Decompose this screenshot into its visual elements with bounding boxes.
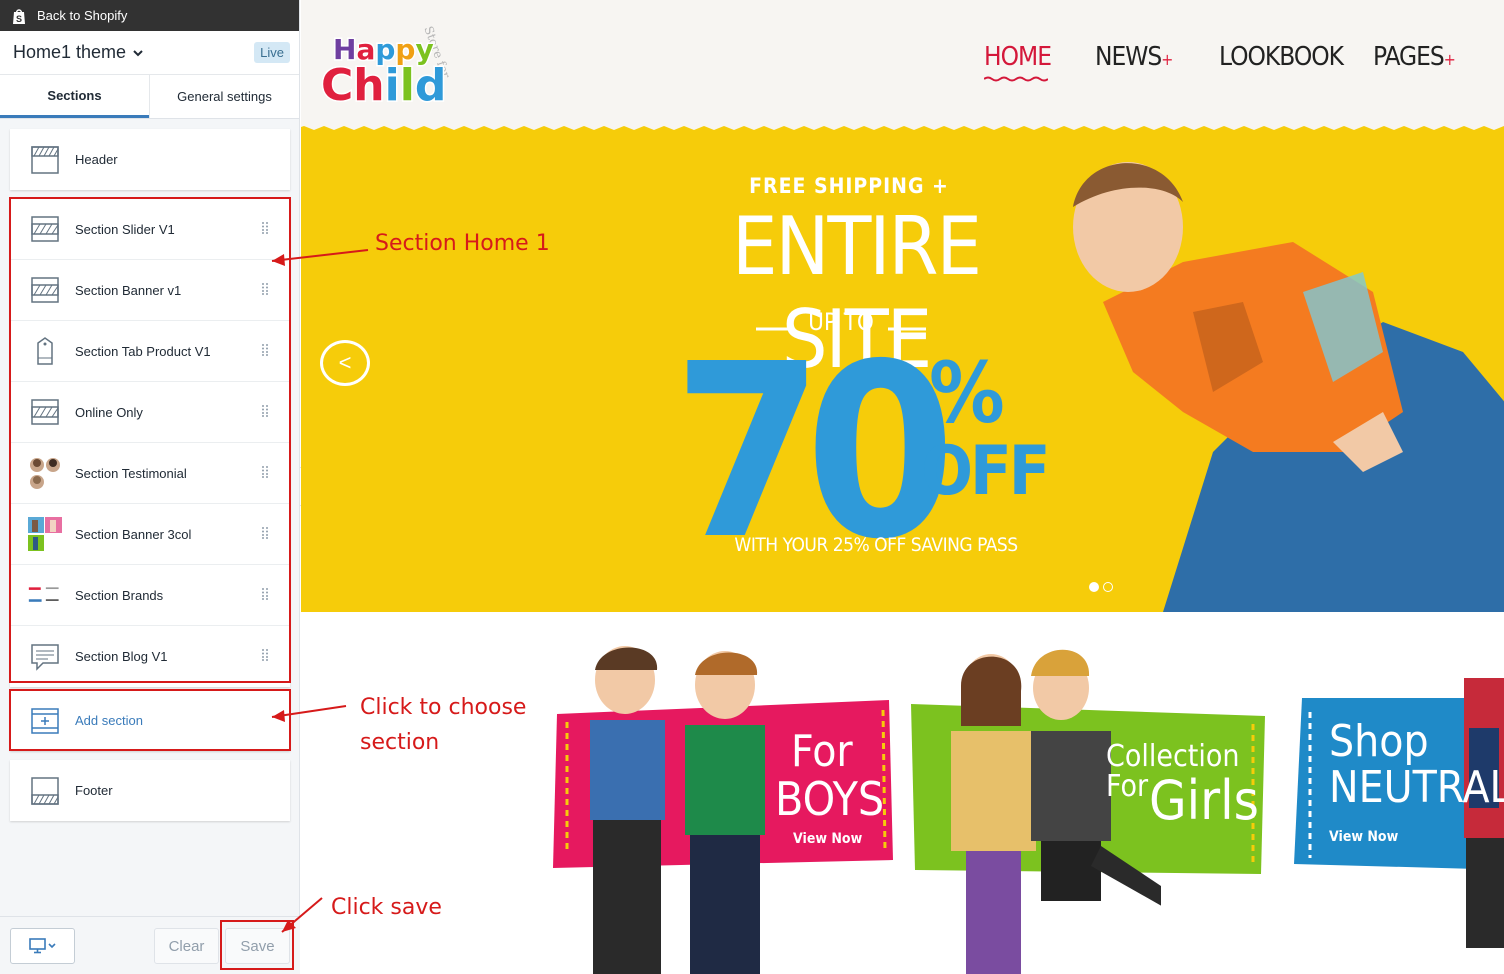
site-header: Store for Happy Child HOME NEWS+ LOOKBOO… (301, 0, 1504, 122)
submenu-plus-icon: + (1443, 50, 1456, 69)
section-item-header[interactable]: Header (10, 129, 290, 190)
back-to-shopify-link[interactable]: S Back to Shopify (0, 0, 299, 31)
desktop-icon (28, 938, 56, 954)
banner-3col: For BOYS View Now Collection For Girls S… (301, 612, 1504, 974)
header-section-card: Header (10, 129, 290, 190)
nav-label: NEWS (1095, 42, 1162, 72)
slider-dot-active[interactable] (1089, 582, 1099, 592)
nav-item-news[interactable]: NEWS+ (1095, 42, 1173, 72)
footer-layout-icon (28, 774, 62, 808)
annotation-section-home: Section Home 1 (375, 231, 550, 256)
hero-boy-image (1073, 162, 1504, 612)
promo-off: OFF (921, 432, 1051, 511)
back-label: Back to Shopify (37, 8, 128, 23)
section-item-footer[interactable]: Footer (10, 760, 290, 821)
promo-percent: % (929, 344, 1005, 442)
nav-item-lookbook[interactable]: LOOKBOOK (1219, 42, 1344, 72)
hero-slider: FREE SHIPPING + ENTIRE SITE UP TO 70 % O… (301, 122, 1504, 612)
chevron-down-icon (133, 49, 143, 56)
slider-dot[interactable] (1103, 582, 1113, 592)
annotation-choose-line1: Click to choose (360, 695, 527, 720)
shopify-bag-icon: S (13, 8, 25, 24)
banner-girls-line2: Girls (1149, 769, 1259, 832)
theme-selector[interactable]: Home1 theme Live (0, 31, 299, 75)
girls-photo (951, 649, 1161, 974)
slider-prev-button[interactable]: < (320, 340, 370, 386)
footer-section-card: Footer (10, 760, 290, 821)
banner-boys-line2: BOYS (775, 772, 885, 826)
banner-neutral[interactable]: Shop NEUTRAL View Now (1294, 678, 1504, 948)
nav-label: LOOKBOOK (1219, 42, 1344, 72)
tab-sections[interactable]: Sections (0, 75, 149, 118)
annotation-click-save: Click save (331, 895, 442, 920)
promo-footer: WITH YOUR 25% OFF SAVING PASS (734, 534, 1018, 556)
annotation-save-box (220, 920, 294, 970)
nav-label: HOME (984, 42, 1052, 72)
device-preview-toggle[interactable] (10, 928, 75, 964)
annotation-choose-line2: section (360, 730, 440, 755)
svg-text:Child: Child (321, 60, 446, 111)
happy-child-logo[interactable]: Store for Happy Child (317, 14, 467, 114)
banner-girls[interactable]: Collection For Girls (911, 649, 1267, 974)
promo-line-1: FREE SHIPPING + (749, 174, 949, 198)
banner-boys-line1: For (791, 726, 853, 777)
nav-item-pages[interactable]: PAGES+ (1373, 42, 1456, 72)
clear-button[interactable]: Clear (154, 928, 219, 964)
svg-text:S: S (16, 14, 22, 24)
sidebar-tabs: Sections General settings (0, 75, 299, 119)
banner-neutral-line2: NEUTRAL (1329, 762, 1504, 813)
theme-name: Home1 theme (13, 42, 127, 62)
zigzag-edge (301, 122, 1504, 130)
header-layout-icon (28, 143, 62, 177)
annotation-sections-box (9, 197, 291, 683)
nav-label: PAGES (1373, 42, 1445, 72)
banner-boys[interactable]: For BOYS View Now (553, 646, 896, 974)
live-badge: Live (254, 42, 290, 63)
banner-neutral-line1: Shop (1329, 716, 1429, 767)
banner-neutral-cta[interactable]: View Now (1329, 830, 1398, 844)
nav-item-home[interactable]: HOME (984, 42, 1052, 82)
storefront-preview: Store for Happy Child HOME NEWS+ LOOKBOO… (301, 0, 1504, 974)
section-label: Header (75, 152, 118, 167)
boys-photo (590, 646, 765, 974)
section-label: Footer (75, 783, 113, 798)
tab-general-settings[interactable]: General settings (149, 75, 299, 118)
banner-boys-cta[interactable]: View Now (793, 832, 862, 846)
slider-pagination (1089, 582, 1113, 592)
annotation-add-section-box (9, 689, 291, 751)
wavy-underline-icon (984, 76, 1048, 82)
submenu-plus-icon: + (1161, 50, 1173, 69)
